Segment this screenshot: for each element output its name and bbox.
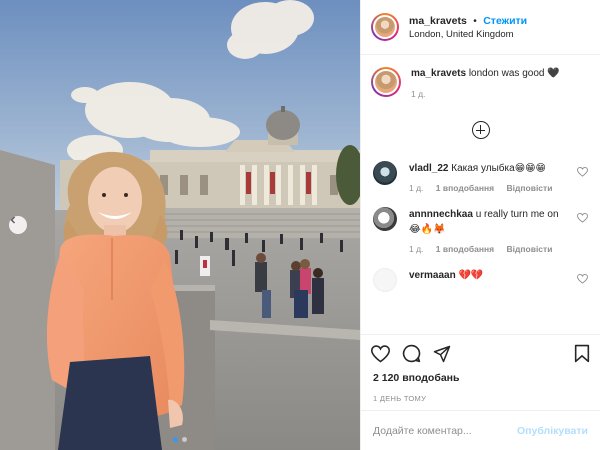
follow-button[interactable]: Стежити — [483, 15, 527, 27]
caption-avatar[interactable] — [371, 67, 401, 97]
author-avatar[interactable] — [371, 13, 399, 41]
reply-button[interactable]: Відповісти — [507, 183, 553, 193]
instagram-post: ma_kravets • Стежити London, United King… — [0, 0, 600, 450]
comment-item: vladl_22 Какая улыбка😁😁😁 1 д. 1 вподобан… — [371, 161, 590, 193]
share-icon[interactable] — [433, 345, 451, 363]
post-header: ma_kravets • Стежити London, United King… — [361, 0, 600, 55]
comment-username[interactable]: annnnechkaa — [409, 209, 473, 220]
comment-username[interactable]: vladl_22 — [409, 163, 448, 174]
comment-likes[interactable]: 1 вподобання — [436, 183, 494, 193]
action-bar — [361, 334, 600, 372]
heart-icon[interactable] — [577, 213, 588, 223]
heart-icon[interactable] — [577, 274, 588, 284]
comment-avatar[interactable] — [373, 207, 397, 231]
header-text: ma_kravets • Стежити London, United King… — [409, 13, 527, 41]
comment-username[interactable]: vermaaan — [409, 270, 456, 281]
heart-icon[interactable] — [371, 344, 390, 363]
caption-username[interactable]: ma_kravets — [411, 68, 466, 79]
add-comment-bar: Опублікувати — [361, 410, 600, 450]
caption-time[interactable]: 1 д. — [411, 89, 425, 99]
carousel-dot-active — [173, 437, 178, 442]
reply-button[interactable]: Відповісти — [507, 244, 553, 254]
carousel-dots — [0, 437, 360, 442]
post-side-panel: ma_kravets • Стежити London, United King… — [360, 0, 600, 450]
post-photo[interactable] — [0, 0, 360, 450]
comment-input[interactable] — [373, 424, 517, 437]
post-timestamp[interactable]: 1 ДЕНЬ ТОМУ — [361, 388, 600, 410]
add-comments-icon[interactable] — [471, 121, 490, 139]
comment-text: 💔💔 — [458, 270, 484, 281]
publish-button[interactable]: Опублікувати — [517, 425, 588, 437]
comment-icon[interactable] — [402, 344, 421, 363]
comment-avatar[interactable] — [373, 161, 397, 185]
caption-text: london was good 🖤 — [468, 68, 560, 79]
author-username[interactable]: ma_kravets — [409, 15, 467, 27]
photo-illustration — [0, 0, 360, 450]
heart-icon[interactable] — [577, 167, 588, 177]
comments-section: ma_kravets london was good 🖤 1 д. vladl_… — [361, 55, 600, 334]
comment-likes[interactable]: 1 вподобання — [436, 244, 494, 254]
chevron-left-icon — [10, 216, 15, 224]
comment-time[interactable]: 1 д. — [409, 244, 423, 254]
bookmark-icon[interactable] — [574, 344, 590, 363]
comment-text: Какая улыбка😁😁😁 — [451, 163, 546, 174]
header-separator: • — [473, 16, 477, 27]
comment-item: vermaaan 💔💔 — [371, 268, 590, 292]
carousel-prev-button[interactable] — [9, 216, 27, 234]
caption: ma_kravets london was good 🖤 1 д. — [371, 67, 590, 99]
likes-count[interactable]: 2 120 вподобань — [361, 372, 600, 388]
carousel-dot — [182, 437, 187, 442]
location-link[interactable]: London, United Kingdom — [409, 28, 527, 41]
comment-avatar[interactable] — [373, 268, 397, 292]
comment-time[interactable]: 1 д. — [409, 183, 423, 193]
comment-item: annnnechkaa u really turn me on 😂🔥🦊 1 д.… — [371, 207, 590, 254]
